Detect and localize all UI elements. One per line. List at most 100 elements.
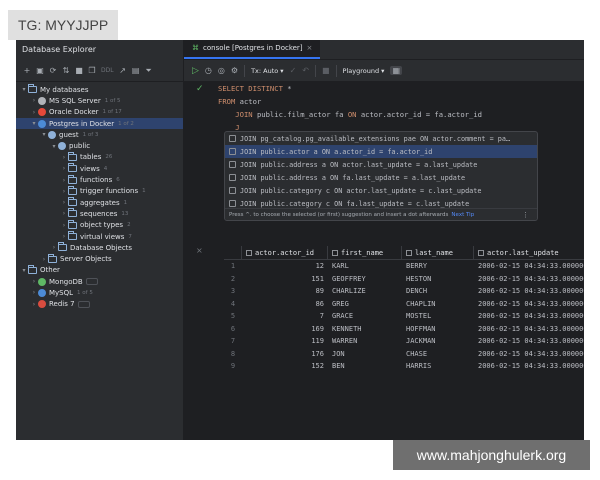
table-cell[interactable]: 2006-02-15 04:34:33.000000 (474, 262, 584, 270)
commit-icon[interactable]: ✓ (290, 66, 297, 75)
table-cell[interactable]: JACKMAN (402, 337, 474, 345)
rollback-icon[interactable]: ↶ (302, 66, 309, 75)
chevron-down-icon[interactable]: ▾ (20, 86, 28, 93)
table-cell[interactable]: CHAPLIN (402, 300, 474, 308)
column-header[interactable]: last_name (402, 246, 474, 259)
table-cell[interactable]: 151 (242, 275, 328, 283)
table-cell[interactable]: 2006-02-15 04:34:33.000000 (474, 275, 584, 283)
tree-item[interactable]: › tables 26 (16, 151, 183, 163)
completion-item[interactable]: JOIN public.address a ON fa.last_update … (225, 171, 537, 184)
add-icon[interactable]: + (22, 66, 32, 76)
table-cell[interactable]: GREG (328, 300, 402, 308)
table-cell[interactable]: 176 (242, 350, 328, 358)
table-row[interactable]: 9 152 BEN HARRIS 2006-02-15 04:34:33.000000 (224, 360, 584, 373)
chevron-right-icon[interactable]: › (60, 210, 68, 217)
table-cell[interactable]: KENNETH (328, 325, 402, 333)
table-cell[interactable]: 2006-02-15 04:34:33.000000 (474, 325, 584, 333)
table-cell[interactable]: BEN (328, 362, 402, 370)
close-icon[interactable]: × (307, 44, 313, 52)
jump-to-editor-icon[interactable]: ↗ (118, 66, 128, 76)
chevron-down-icon[interactable]: ▾ (50, 143, 58, 150)
tree-item[interactable]: › Database Objects (16, 242, 183, 253)
tree-item[interactable]: › Redis 7 (16, 299, 183, 310)
table-cell[interactable]: HOFFMAN (402, 325, 474, 333)
table-cell[interactable]: 7 (242, 312, 328, 320)
tree-item[interactable]: › virtual views 7 (16, 231, 183, 242)
chevron-right-icon[interactable]: › (30, 97, 38, 104)
schema-select[interactable]: Playground ▾ (343, 67, 385, 75)
tree-item[interactable]: › MySQL 1 of 5 (16, 287, 183, 298)
table-cell[interactable]: 152 (242, 362, 328, 370)
table-row[interactable]: 4 86 GREG CHAPLIN 2006-02-15 04:34:33.000000 (224, 298, 584, 311)
datasource-properties-icon[interactable]: ▣ (35, 66, 45, 76)
console-icon[interactable]: ▤ (131, 66, 141, 76)
table-row[interactable]: 5 7 GRACE MOSTEL 2006-02-15 04:34:33.000000 (224, 310, 584, 323)
table-row[interactable]: 1 12 KARL BERRY 2006-02-15 04:34:33.000000 (224, 260, 584, 273)
tree-item[interactable]: ▾ public (16, 140, 183, 151)
chevron-right-icon[interactable]: › (30, 278, 38, 285)
chevron-right-icon[interactable]: › (40, 256, 48, 263)
chevron-right-icon[interactable]: › (60, 154, 68, 161)
table-cell[interactable]: GRACE (328, 312, 402, 320)
table-cell[interactable]: MOSTEL (402, 312, 474, 320)
tree-item[interactable]: › aggregates 1 (16, 197, 183, 208)
chevron-right-icon[interactable]: › (50, 244, 58, 251)
tree-item[interactable]: › Server Objects (16, 253, 183, 264)
tree-item[interactable]: › sequences 13 (16, 208, 183, 219)
table-cell[interactable]: GEOFFREY (328, 275, 402, 283)
stop-icon[interactable]: ■ (74, 66, 84, 76)
table-cell[interactable]: KARL (328, 262, 402, 270)
tree-item[interactable]: › Oracle Docker 1 of 17 (16, 107, 183, 118)
table-cell[interactable]: 2006-02-15 04:34:33.000000 (474, 350, 584, 358)
table-cell[interactable]: 89 (242, 287, 328, 295)
table-cell[interactable]: CHARLIZE (328, 287, 402, 295)
table-row[interactable]: 7 119 WARREN JACKMAN 2006-02-15 04:34:33.000… (224, 335, 584, 348)
column-header[interactable]: actor.last_update (474, 246, 584, 259)
chevron-down-icon[interactable]: ▾ (20, 267, 28, 274)
table-cell[interactable]: 2006-02-15 04:34:33.000000 (474, 312, 584, 320)
table-cell[interactable]: 2006-02-15 04:34:33.000000 (474, 287, 584, 295)
tree-item[interactable]: ▾ Other (16, 264, 183, 276)
table-cell[interactable]: 86 (242, 300, 328, 308)
grid-view-icon[interactable]: ▦ (390, 66, 403, 75)
chevron-right-icon[interactable]: › (30, 301, 38, 308)
ddl-button[interactable]: DDL (100, 67, 115, 74)
filter-icon[interactable]: ⏷ (144, 66, 154, 76)
explain-plan-icon[interactable]: ◎ (218, 66, 225, 75)
code-editor[interactable]: SELECT DISTINCT * FROM actor JOIN public.… (218, 82, 482, 134)
next-tip-link[interactable]: Next Tip (451, 212, 474, 218)
column-header[interactable]: actor.actor_id (242, 246, 328, 259)
table-cell[interactable]: 2006-02-15 04:34:33.000000 (474, 300, 584, 308)
chevron-right-icon[interactable]: › (60, 233, 68, 240)
chevron-right-icon[interactable]: › (60, 165, 68, 172)
settings-icon[interactable]: ⚙ (231, 66, 238, 75)
stop-query-icon[interactable]: ■ (322, 66, 330, 75)
column-header[interactable]: first_name (328, 246, 402, 259)
refresh-icon[interactable]: ⟳ (48, 66, 58, 76)
sync-icon[interactable]: ⇅ (61, 66, 71, 76)
table-cell[interactable]: 12 (242, 262, 328, 270)
table-cell[interactable]: 119 (242, 337, 328, 345)
tree-item[interactable]: ▾ My databases (16, 84, 183, 95)
tree-item[interactable]: ▾ guest 1 of 3 (16, 129, 183, 140)
more-options-icon[interactable]: ⋮ (522, 211, 529, 219)
tree-item[interactable]: › object types 2 (16, 219, 183, 231)
completion-item[interactable]: JOIN pg_catalog.pg_available_extensions … (225, 132, 537, 145)
table-cell[interactable]: 2006-02-15 04:34:33.000000 (474, 337, 584, 345)
chevron-right-icon[interactable]: › (60, 199, 68, 206)
table-row[interactable]: 3 89 CHARLIZE DENCH 2006-02-15 04:34:33.0000… (224, 285, 584, 298)
table-row[interactable]: 6 169 KENNETH HOFFMAN 2006-02-15 04:34:33.00… (224, 323, 584, 336)
table-cell[interactable]: DENCH (402, 287, 474, 295)
copy-icon[interactable]: ❐ (87, 66, 97, 76)
tree-item[interactable]: › MS SQL Server 1 of 5 (16, 95, 183, 106)
chevron-right-icon[interactable]: › (60, 188, 68, 195)
table-cell[interactable]: HESTON (402, 275, 474, 283)
table-row[interactable]: 8 176 JON CHASE 2006-02-15 04:34:33.000000 (224, 348, 584, 361)
table-cell[interactable]: WARREN (328, 337, 402, 345)
tree-item[interactable]: › MongoDB (16, 276, 183, 287)
history-icon[interactable]: ◷ (205, 66, 212, 75)
completion-item[interactable]: JOIN public.actor a ON a.actor_id = fa.a… (225, 145, 537, 158)
table-cell[interactable]: HARRIS (402, 362, 474, 370)
chevron-right-icon[interactable]: › (60, 177, 68, 184)
table-cell[interactable]: CHASE (402, 350, 474, 358)
